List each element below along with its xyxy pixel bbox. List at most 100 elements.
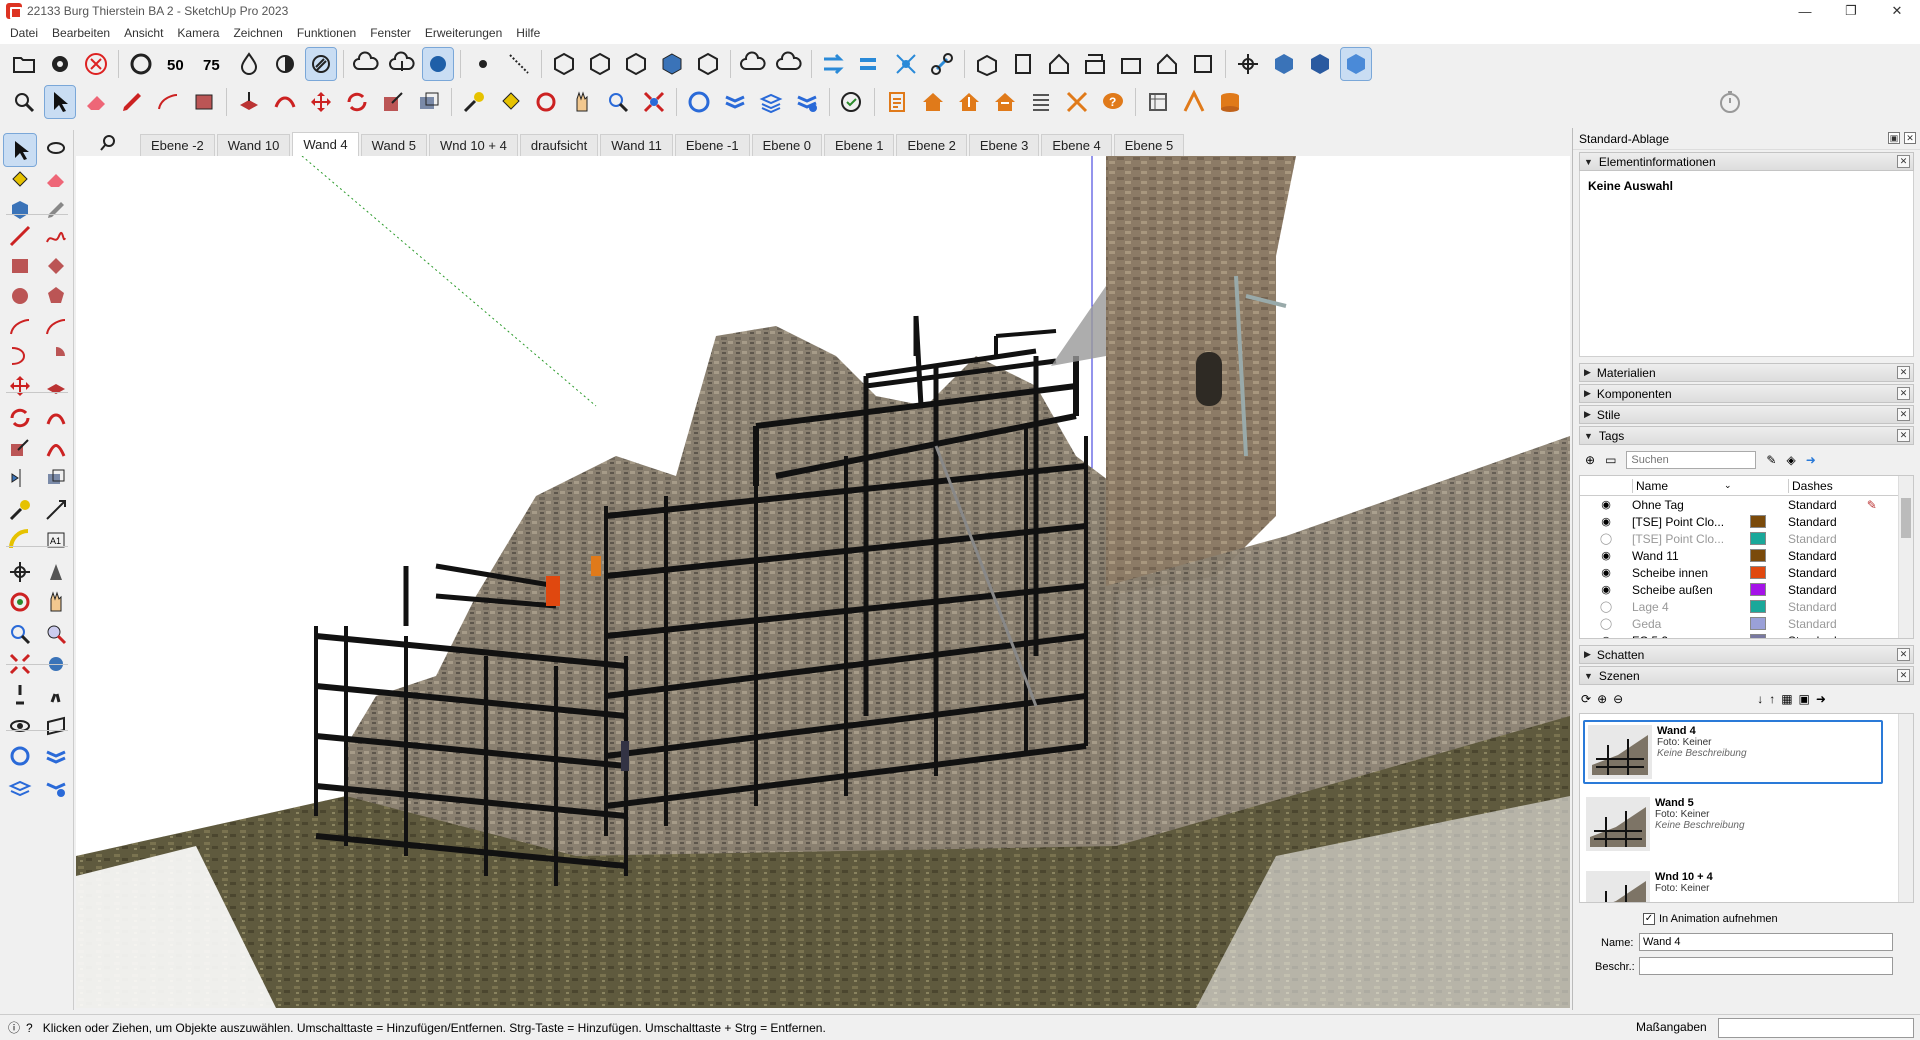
close-button[interactable]: ✕ — [1874, 0, 1920, 22]
hex-4-icon[interactable] — [657, 48, 687, 80]
zoom-window-icon[interactable] — [40, 618, 72, 650]
scene-tab[interactable]: draufsicht — [519, 134, 599, 156]
tag-row[interactable]: ◉ Scheibe außen Standard — [1580, 581, 1913, 598]
zoom-icon[interactable] — [603, 86, 633, 118]
layers-settings-icon[interactable] — [40, 772, 72, 804]
panel-styles[interactable]: ▶ Stile ✕ — [1579, 405, 1914, 424]
eye-hidden-icon[interactable]: ◯ — [1580, 532, 1632, 545]
restore-button[interactable]: ❐ — [1828, 0, 1874, 22]
tag-row[interactable]: ◯ [TSE] Point Clo... Standard — [1580, 530, 1913, 547]
tape-measure-icon[interactable] — [4, 494, 36, 526]
layers-x-icon[interactable] — [40, 740, 72, 772]
tag-dashes[interactable]: Standard — [1788, 549, 1837, 563]
style-dropdown-icon[interactable] — [837, 86, 867, 118]
cube-blue-2-icon[interactable] — [1305, 48, 1335, 80]
orbit-icon[interactable] — [4, 586, 36, 618]
scene-item[interactable]: Wand 4 Foto: Keiner Keine Beschreibung — [1583, 720, 1883, 784]
stopwatch-icon[interactable] — [1715, 86, 1745, 118]
cloud-1-icon[interactable] — [738, 48, 768, 80]
eye-visible-icon[interactable]: ◉ — [1580, 634, 1632, 638]
move-icon[interactable] — [306, 86, 336, 118]
grid-frame-icon[interactable] — [1143, 86, 1173, 118]
arrows-right-icon[interactable] — [855, 48, 885, 80]
solid-tools-icon[interactable] — [40, 462, 72, 494]
view-left-icon[interactable] — [1152, 48, 1182, 80]
orbit-icon[interactable] — [531, 86, 561, 118]
scene-tab[interactable]: Ebene -2 — [140, 134, 215, 156]
tag-color-swatch[interactable] — [1750, 617, 1766, 630]
scene-tab[interactable]: Ebene 3 — [968, 134, 1040, 156]
scene-export-icon[interactable]: ➜ — [1816, 692, 1826, 706]
remove-scene-icon[interactable]: ⊖ — [1613, 692, 1623, 706]
arch-icon[interactable] — [1179, 86, 1209, 118]
view-right-icon[interactable] — [1080, 48, 1110, 80]
scene-item[interactable]: Wand 5 Foto: Keiner Keine Beschreibung — [1583, 794, 1883, 858]
hex-2-icon[interactable] — [585, 48, 615, 80]
eye-visible-icon[interactable]: ◉ — [1580, 498, 1632, 511]
tray-close-icon[interactable]: ✕ — [1904, 132, 1916, 144]
text-icon[interactable]: A1 — [40, 524, 72, 556]
menu-fenster[interactable]: Fenster — [363, 26, 418, 40]
menu-hilfe[interactable]: Hilfe — [509, 26, 547, 40]
tools-icon[interactable] — [1062, 86, 1092, 118]
hex-3-icon[interactable] — [621, 48, 651, 80]
offset-icon[interactable] — [40, 432, 72, 464]
tags-scrollbar[interactable] — [1898, 476, 1913, 638]
drop-half-icon[interactable] — [270, 48, 300, 80]
view-book-icon[interactable] — [1008, 48, 1038, 80]
push-pull-icon[interactable] — [40, 370, 72, 402]
tags-search-input[interactable] — [1626, 451, 1757, 469]
panel-entity-info[interactable]: ▼ Elementinformationen ✕ — [1579, 152, 1914, 171]
model-viewport[interactable] — [76, 156, 1570, 1008]
list-icon[interactable] — [1026, 86, 1056, 118]
animation-checkbox[interactable]: ✓ — [1643, 913, 1655, 925]
zoom-extents-icon[interactable] — [639, 86, 669, 118]
report-icon[interactable] — [882, 86, 912, 118]
drop-hatched-icon[interactable] — [305, 47, 337, 81]
rectangle-icon[interactable] — [4, 250, 36, 282]
scene-tab[interactable]: Ebene 2 — [896, 134, 967, 156]
sort-chevron-icon[interactable]: ⌄ — [1724, 480, 1738, 491]
view-back-icon[interactable] — [1116, 48, 1146, 80]
follow-me-icon[interactable] — [270, 86, 300, 118]
add-scene-icon[interactable]: ⊕ — [1597, 692, 1607, 706]
tag-color-swatch[interactable] — [1750, 549, 1766, 562]
walk-icon[interactable] — [40, 678, 72, 710]
move-scene-down-icon[interactable]: ↓ — [1757, 692, 1763, 706]
arc-icon[interactable] — [4, 310, 36, 342]
tag-dashes[interactable]: Standard — [1788, 566, 1837, 580]
house-orange-2-icon[interactable] — [954, 86, 984, 118]
eraser-icon[interactable] — [81, 86, 111, 118]
help-bubble-icon[interactable]: ? — [1098, 86, 1128, 118]
tag-dashes[interactable]: Standard — [1788, 617, 1837, 631]
house-orange-3-icon[interactable] — [990, 86, 1020, 118]
menu-funktionen[interactable]: Funktionen — [290, 26, 363, 40]
menu-ansicht[interactable]: Ansicht — [117, 26, 170, 40]
rotate-icon[interactable] — [342, 86, 372, 118]
tag-row[interactable]: ◉ Wand 11 Standard — [1580, 547, 1913, 564]
section-plane-icon[interactable] — [40, 710, 72, 742]
scatter-arrows-icon[interactable] — [819, 48, 849, 80]
tag-pencil-icon[interactable]: ✎ — [1766, 453, 1776, 467]
database-icon[interactable] — [1215, 86, 1245, 118]
info-icon[interactable]: ⓘ — [8, 1019, 20, 1036]
hex-1-icon[interactable] — [549, 48, 579, 80]
point-icon[interactable] — [468, 48, 498, 80]
scene-tab[interactable]: Wand 10 — [216, 134, 291, 156]
follow-me-icon[interactable] — [40, 402, 72, 434]
eye-visible-icon[interactable]: ◉ — [1580, 583, 1632, 596]
menu-datei[interactable]: Datei — [3, 26, 45, 40]
cube-blue-3-icon[interactable] — [1340, 47, 1372, 81]
pan-hand-icon[interactable] — [40, 586, 72, 618]
scene-tab[interactable]: Ebene 5 — [1113, 134, 1185, 156]
menu-erweiterungen[interactable]: Erweiterungen — [418, 26, 509, 40]
scale-box-icon[interactable] — [378, 86, 408, 118]
panel-close-icon[interactable]: ✕ — [1897, 408, 1910, 421]
open-folder-icon[interactable] — [9, 48, 39, 80]
select-arrow-icon[interactable] — [3, 133, 37, 167]
offset-icon[interactable] — [414, 86, 444, 118]
measurements-input[interactable] — [1718, 1018, 1914, 1038]
scene-tab[interactable]: Ebene 4 — [1041, 134, 1112, 156]
tag-color-swatch[interactable] — [1750, 600, 1766, 613]
refresh-scene-icon[interactable]: ⟳ — [1581, 692, 1591, 706]
